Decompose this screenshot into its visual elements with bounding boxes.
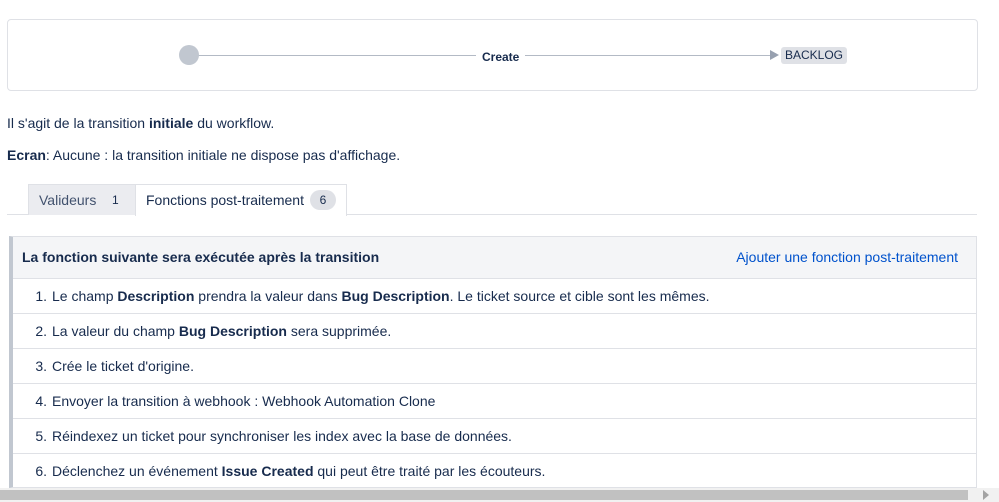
post-function-row: 2. La valeur du champ Bug Description se… [13,314,976,349]
status-lozenge: BACKLOG [781,47,848,64]
arrow-right-icon [770,50,779,60]
post-function-row: 1. Le champ Description prendra la valeu… [13,279,976,314]
tab-count-badge: 1 [102,190,129,211]
panel-title: La fonction suivante sera exécutée après… [22,249,380,265]
post-function-row: 4. Envoyer la transition à webhook : Web… [13,384,976,419]
tab-validators[interactable]: Valideurs 1 [28,184,140,215]
post-function-row: 5. Réindexez un ticket pour synchroniser… [13,419,976,454]
initial-state-circle [179,45,199,65]
tab-count-badge: 6 [309,190,336,211]
panel-header: La fonction suivante sera exécutée après… [13,237,976,279]
scroll-right-icon[interactable] [983,490,989,500]
post-functions-panel: La fonction suivante sera exécutée après… [9,236,977,488]
transition-label: Create [476,49,526,65]
tab-post-functions[interactable]: Fonctions post-traitement 6 [135,184,347,216]
workflow-diagram: Create BACKLOG [7,19,978,91]
scrollbar-thumb[interactable] [0,490,968,500]
post-function-row: 3. Crée le ticket d'origine. [13,349,976,384]
add-post-function-link[interactable]: Ajouter une fonction post-traitement [736,249,958,265]
post-function-row: 6. Déclenchez un événement Issue Created… [35,463,546,479]
initial-transition-text: Il s'agit de la transition initiale du w… [7,115,275,131]
horizontal-scrollbar[interactable] [0,488,999,502]
screen-info-text: Ecran: Aucune : la transition initiale n… [7,147,401,163]
